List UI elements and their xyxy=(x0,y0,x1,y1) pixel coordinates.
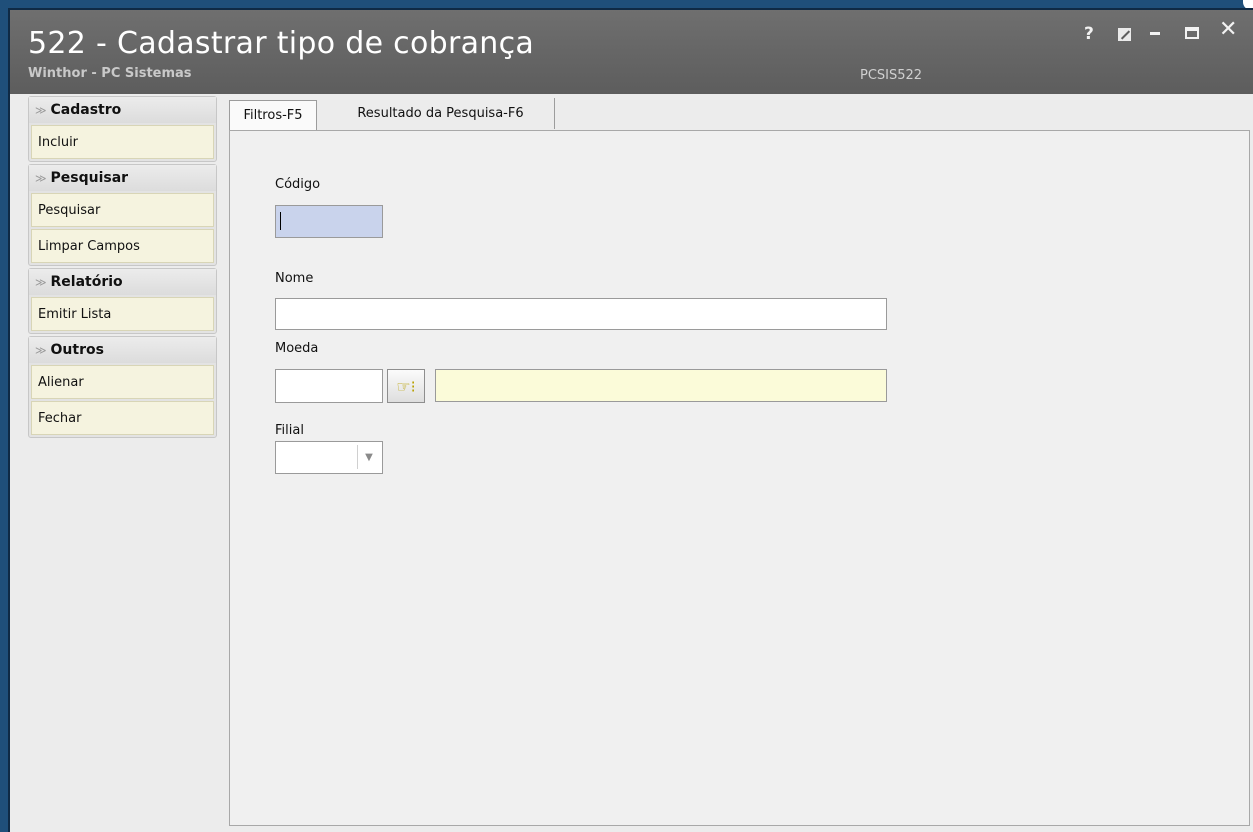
alienar-button[interactable]: Alienar xyxy=(31,365,214,399)
tab-filtros[interactable]: Filtros-F5 xyxy=(229,100,317,130)
section-header-outros[interactable]: ≫ Outros xyxy=(29,337,216,363)
section-cadastro: ≫ Cadastro Incluir xyxy=(28,96,217,162)
title-bar: 522 - Cadastrar tipo de cobrança Winthor… xyxy=(10,10,1253,94)
text-caret xyxy=(280,212,281,230)
nome-label: Nome xyxy=(275,271,314,286)
moeda-description-field xyxy=(435,369,887,402)
section-header-pesquisar[interactable]: ≫ Pesquisar xyxy=(29,165,216,191)
section-header-cadastro[interactable]: ≫ Cadastro xyxy=(29,97,216,123)
window-subtitle: Winthor - PC Sistemas xyxy=(28,66,192,81)
filial-label: Filial xyxy=(275,423,304,438)
filial-select[interactable]: ▼ xyxy=(275,441,383,474)
limpar-campos-button[interactable]: Limpar Campos xyxy=(31,229,214,263)
moeda-code-field[interactable] xyxy=(275,369,383,403)
section-header-label: Cadastro xyxy=(50,102,122,118)
section-header-relatorio[interactable]: ≫ Relatório xyxy=(29,269,216,295)
app-window: 522 - Cadastrar tipo de cobrança Winthor… xyxy=(8,8,1253,832)
emitir-lista-button[interactable]: Emitir Lista xyxy=(31,297,214,331)
window-title: 522 - Cadastrar tipo de cobrança xyxy=(28,26,535,61)
section-header-label: Outros xyxy=(50,342,104,358)
pointing-hand-icon: ☞⁝ xyxy=(396,376,416,396)
section-header-label: Relatório xyxy=(50,274,123,290)
chevron-down-icon: ≫ xyxy=(35,103,47,117)
codigo-field[interactable] xyxy=(275,205,383,238)
minimize-icon[interactable] xyxy=(1150,32,1160,35)
section-pesquisar: ≫ Pesquisar Pesquisar Limpar Campos xyxy=(28,164,217,266)
filters-panel: Código Nome Moeda ☞⁝ Filial ▼ xyxy=(229,130,1250,826)
chevron-down-icon: ≫ xyxy=(35,275,47,289)
incluir-button[interactable]: Incluir xyxy=(31,125,214,159)
chevron-down-icon: ≫ xyxy=(35,171,47,185)
program-code: PCSIS522 xyxy=(860,68,923,83)
dropdown-arrow-icon[interactable]: ▼ xyxy=(357,445,380,469)
close-icon[interactable]: ✕ xyxy=(1219,19,1237,41)
restore-icon[interactable] xyxy=(1118,28,1131,41)
moeda-label: Moeda xyxy=(275,341,319,356)
pesquisar-button[interactable]: Pesquisar xyxy=(31,193,214,227)
codigo-label: Código xyxy=(275,177,321,192)
chevron-down-icon: ≫ xyxy=(35,343,47,357)
help-icon[interactable]: ? xyxy=(1084,24,1094,44)
sidebar: ≫ Cadastro Incluir ≫ Pesquisar Pesquisar… xyxy=(28,96,217,440)
section-outros: ≫ Outros Alienar Fechar xyxy=(28,336,217,438)
nome-field[interactable] xyxy=(275,298,887,330)
section-relatorio: ≫ Relatório Emitir Lista xyxy=(28,268,217,334)
fechar-button[interactable]: Fechar xyxy=(31,401,214,435)
maximize-icon[interactable] xyxy=(1185,27,1199,39)
tab-resultado-pesquisa[interactable]: Resultado da Pesquisa-F6 xyxy=(327,98,555,129)
lookup-button[interactable]: ☞⁝ xyxy=(387,369,425,403)
section-header-label: Pesquisar xyxy=(50,170,129,186)
